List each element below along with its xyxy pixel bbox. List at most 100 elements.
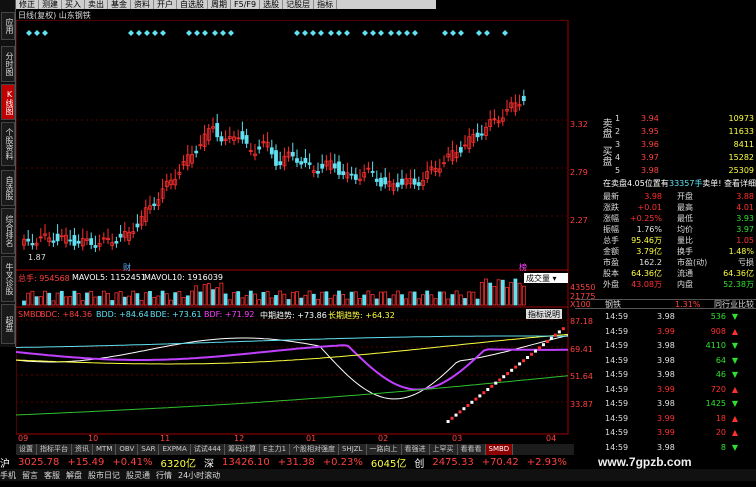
event-mark-finance[interactable]: 财 (123, 262, 131, 273)
indicator-tab[interactable]: 看看看 (457, 444, 486, 455)
volume-bar (38, 296, 43, 306)
volume-bar (412, 291, 417, 306)
menu-gulingtong[interactable]: 股灵通 (126, 470, 150, 481)
volume-bar (299, 297, 304, 306)
volume-dropdown[interactable]: 成交量 ▾ (524, 273, 568, 283)
signal-diamond (128, 30, 134, 36)
toolbar-item-watchlist[interactable]: 自选股 (177, 0, 208, 9)
volume-bar (68, 296, 73, 306)
menu-service[interactable]: 客服 (44, 470, 60, 481)
volume-bar (421, 294, 425, 306)
quote-row: 外盘 43.08万 内盘 52.38万 (575, 280, 756, 290)
volume-bar (484, 278, 488, 306)
tab-ranking[interactable]: 综合排名 (1, 208, 15, 254)
mavol5-label: MAVOL5: 1152451 (72, 273, 146, 282)
quote-label: 涨幅 (603, 214, 619, 223)
volume-bar (198, 291, 203, 306)
indicator-tab[interactable]: SMBD (485, 444, 514, 455)
tab-intraday[interactable]: 分时图 (1, 46, 15, 82)
sh-index[interactable]: 3025.78 (18, 457, 59, 468)
notice-detail-link[interactable]: 卖单! 查看详细 (702, 179, 756, 189)
indicator-tab[interactable]: OBV (116, 444, 139, 455)
volume-bar (135, 293, 140, 306)
toolbar-item-indicator[interactable]: 指标 (314, 0, 338, 9)
order-price: 3.95 (641, 127, 659, 136)
chart-frame (16, 20, 569, 435)
tick-volume: 908 (710, 326, 726, 336)
menu-diary[interactable]: 股市日记 (88, 470, 120, 481)
toolbar-item-select[interactable]: 选股 (260, 0, 284, 9)
candle-body (76, 240, 81, 244)
tab-watchlist[interactable]: 自选股 (1, 170, 15, 206)
indicator-tab[interactable]: SHJZL (339, 444, 367, 455)
cy-index[interactable]: 2475.33 (432, 457, 473, 468)
tab-apps[interactable]: 应用 (1, 12, 15, 40)
trend-dot (498, 378, 502, 382)
indicator-tab[interactable]: 上罕买 (429, 444, 458, 455)
indicator-tab[interactable]: 个股相对强度 (290, 444, 340, 455)
trend-dot (454, 413, 458, 417)
indicator-tab[interactable]: E主力1 (260, 444, 291, 455)
indicator-tab[interactable]: 看强进 (401, 444, 430, 455)
indicator-tab[interactable]: 资讯 (72, 444, 93, 455)
volume-bar (257, 299, 262, 306)
toolbar-item-fix[interactable]: 修正 (16, 0, 39, 9)
order-volume: 25309 (728, 166, 754, 175)
signal-diamond (186, 30, 192, 36)
menu-news-scroll[interactable]: 24小时滚动 (178, 470, 220, 481)
quote-label: 股本 (603, 269, 619, 278)
tick-price: 3.99 (657, 413, 675, 423)
candle-body (219, 136, 224, 142)
quote-label: 涨跌 (603, 203, 619, 212)
indicator-tab[interactable]: 筹码计算 (225, 444, 261, 455)
indicator-help-button[interactable]: 指标说明 (526, 309, 562, 319)
toolbar-item-f5f9[interactable]: F5/F9 (231, 0, 261, 9)
toolbar-item-record[interactable]: 记股层 (283, 0, 315, 9)
indicator-tab[interactable]: 指标平台 (37, 444, 72, 455)
up-arrow-icon: ▲ (731, 413, 738, 423)
toolbar-item-info[interactable]: 资料 (131, 0, 154, 9)
bottom-menu-bar: 手机 留言 客服 解盘 股市日记 股灵通 行情 24小时滚动 (0, 469, 756, 481)
toolbar-item-buy[interactable]: 买入 (62, 0, 85, 9)
volume-bar (370, 294, 375, 306)
indicator-tab[interactable]: 试试444 (190, 444, 226, 455)
tab-stock-profile[interactable]: 个股资料 (1, 122, 15, 166)
tab-diagnosis[interactable]: 牛叉诊股 (1, 256, 15, 302)
time-axis-label: 09 (18, 434, 29, 443)
trend-dot (474, 397, 478, 401)
sz-index[interactable]: 13426.10 (222, 457, 270, 468)
tick-row: 14:59 3.98 1425 ▼ (575, 399, 756, 409)
volume-bar (194, 285, 199, 306)
menu-quotes[interactable]: 行情 (156, 470, 172, 481)
signal-diamond (442, 30, 448, 36)
indicator-tab[interactable]: 设置 (16, 444, 37, 455)
menu-message[interactable]: 留言 (22, 470, 38, 481)
toolbar-item-sell[interactable]: 卖出 (85, 0, 108, 9)
indicator-tab[interactable]: 一路向上 (366, 444, 402, 455)
event-mark-list[interactable]: 榜 (519, 262, 527, 273)
sector-name[interactable]: 钢铁 (605, 300, 621, 310)
menu-mobile[interactable]: 手机 (0, 470, 16, 481)
toolbar-item-fund[interactable]: 基金 (108, 0, 131, 9)
signal-diamond (458, 30, 464, 36)
trend-dot (514, 365, 518, 369)
tab-kline[interactable]: K线图 (1, 84, 15, 120)
kline-chart[interactable] (16, 20, 574, 444)
menu-analysis[interactable]: 解盘 (66, 470, 82, 481)
indicator-tab[interactable]: SAR (138, 444, 160, 455)
notice-volume[interactable]: 33357手 (669, 179, 702, 189)
toolbar-item-period[interactable]: 周期 (208, 0, 231, 9)
volume-bar (332, 294, 337, 306)
indicator-bdc: BDC: +84.36 (40, 310, 93, 319)
volume-bar (89, 290, 94, 306)
indicator-tab[interactable]: EXPMA (159, 444, 191, 455)
candle-body (240, 131, 245, 140)
toolbar-item-account[interactable]: 开户 (154, 0, 177, 9)
trend-dot (518, 362, 522, 366)
volume-bar (303, 294, 308, 306)
toolbar-item-test[interactable]: 测建 (39, 0, 62, 9)
tab-market[interactable]: 超盘 (1, 304, 15, 344)
indicator-tab[interactable]: MTM (93, 444, 117, 455)
sz-amount: 6045亿 (370, 459, 407, 469)
sector-compare-link[interactable]: 同行业比较 (714, 300, 754, 310)
